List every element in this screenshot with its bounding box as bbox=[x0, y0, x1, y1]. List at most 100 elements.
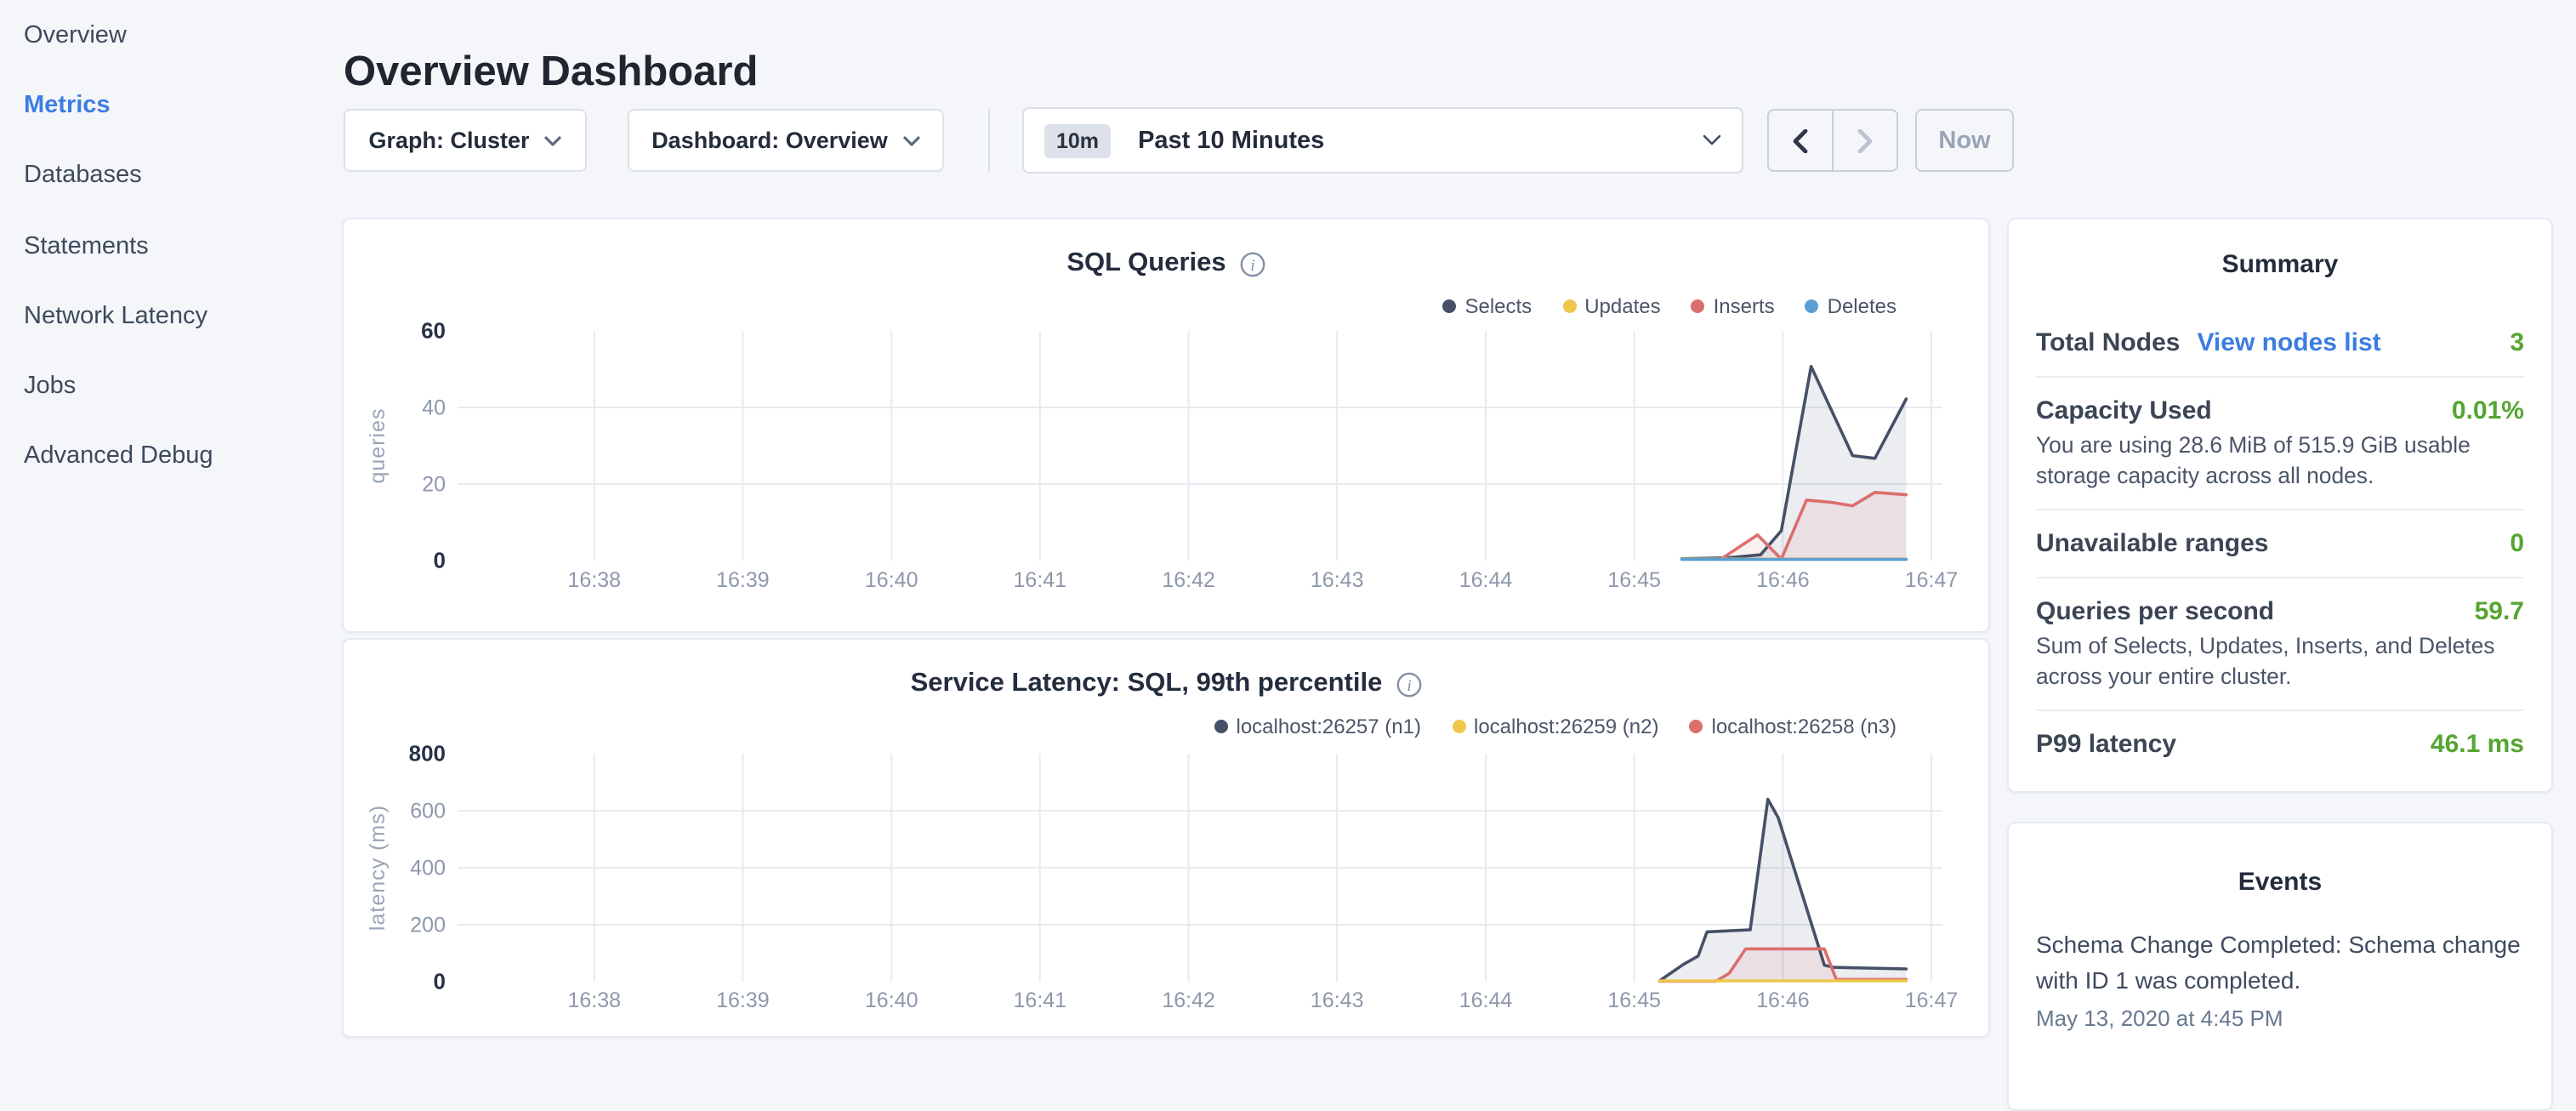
svg-text:16:42: 16:42 bbox=[1162, 989, 1215, 1012]
svg-text:200: 200 bbox=[410, 914, 446, 937]
sidebar-item-network-latency[interactable]: Network Latency bbox=[24, 281, 340, 351]
svg-text:16:40: 16:40 bbox=[865, 989, 918, 1012]
info-icon[interactable]: i bbox=[1396, 671, 1421, 697]
sql-queries-chart-card: SQL Queries i Selects Updates Inserts Delet… bbox=[342, 218, 1990, 633]
summary-row-label: P99 latency bbox=[2036, 730, 2176, 759]
chart-legend: localhost:26257 (n1)localhost:26259 (n2)… bbox=[1214, 715, 1897, 738]
event-timestamp: May 13, 2020 at 4:45 PM bbox=[2036, 1006, 2524, 1031]
svg-text:0: 0 bbox=[434, 548, 446, 573]
summary-row-description: Sum of Selects, Updates, Inserts, and De… bbox=[2036, 631, 2524, 691]
view-nodes-link[interactable]: View nodes list bbox=[2197, 328, 2380, 357]
legend-item: localhost:26259 (n2) bbox=[1452, 715, 1659, 738]
db-console-page: OverviewMetricsDatabasesStatementsNetwor… bbox=[0, 0, 2576, 1051]
legend-item: Updates bbox=[1562, 294, 1660, 318]
summary-row-label: Queries per second bbox=[2036, 597, 2274, 626]
sidebar-item-metrics[interactable]: Metrics bbox=[24, 71, 340, 141]
summary-row-label: Unavailable ranges bbox=[2036, 529, 2268, 558]
chevron-right-icon bbox=[1857, 128, 1873, 152]
summary-row-description: You are using 28.6 MiB of 515.9 GiB usab… bbox=[2036, 430, 2524, 490]
chevron-down-icon bbox=[545, 135, 562, 145]
summary-row-value: 46.1 ms bbox=[2431, 730, 2524, 759]
legend-dot-icon bbox=[1442, 299, 1456, 313]
svg-text:20: 20 bbox=[422, 473, 446, 497]
events-title: Events bbox=[2036, 868, 2524, 897]
dashboard-label: Dashboard: Overview bbox=[651, 128, 888, 153]
summary-card: Summary Total NodesView nodes list3Capac… bbox=[2007, 218, 2553, 793]
summary-rows: Total NodesView nodes list3Capacity Used… bbox=[2036, 310, 2524, 778]
sidebar-item-overview[interactable]: Overview bbox=[24, 0, 340, 71]
events-list: Schema Change Completed: Schema change w… bbox=[2036, 927, 2524, 1031]
time-range-badge: 10m bbox=[1044, 123, 1111, 157]
svg-text:16:42: 16:42 bbox=[1162, 568, 1215, 592]
legend-item: localhost:26258 (n3) bbox=[1690, 715, 1897, 738]
svg-text:16:47: 16:47 bbox=[1905, 568, 1959, 592]
svg-text:queries: queries bbox=[366, 408, 390, 484]
svg-text:16:45: 16:45 bbox=[1607, 568, 1661, 592]
graph-scope-dropdown[interactable]: Graph: Cluster bbox=[344, 109, 587, 172]
svg-text:16:39: 16:39 bbox=[716, 989, 770, 1012]
prev-time-button[interactable] bbox=[1769, 111, 1834, 170]
sidebar-item-statements[interactable]: Statements bbox=[24, 211, 340, 282]
legend-dot-icon bbox=[1452, 720, 1465, 733]
chevron-down-icon bbox=[903, 135, 920, 145]
svg-text:800: 800 bbox=[409, 741, 446, 766]
legend-item: Inserts bbox=[1692, 294, 1775, 318]
service-latency-chart-card: Service Latency: SQL, 99th percentile i … bbox=[342, 638, 1990, 1038]
event-text: Schema Change Completed: Schema change w… bbox=[2036, 927, 2524, 999]
sidebar-item-advanced-debug[interactable]: Advanced Debug bbox=[24, 422, 340, 493]
dashboard-dropdown[interactable]: Dashboard: Overview bbox=[628, 109, 944, 172]
time-range-select[interactable]: 10m Past 10 Minutes bbox=[1022, 107, 1743, 174]
svg-text:16:43: 16:43 bbox=[1311, 568, 1364, 592]
summary-row: P99 latency 46.1 ms bbox=[2036, 711, 2524, 778]
event-item[interactable]: Schema Change Completed: Schema change w… bbox=[2036, 927, 2524, 1031]
now-button[interactable]: Now bbox=[1915, 109, 2014, 172]
svg-text:16:44: 16:44 bbox=[1459, 989, 1513, 1012]
summary-row-value: 59.7 bbox=[2475, 597, 2524, 626]
svg-text:16:44: 16:44 bbox=[1459, 568, 1513, 592]
svg-text:16:46: 16:46 bbox=[1756, 989, 1810, 1012]
sidebar-item-databases[interactable]: Databases bbox=[24, 140, 340, 211]
svg-text:16:43: 16:43 bbox=[1311, 989, 1364, 1012]
chart-title: Service Latency: SQL, 99th percentile bbox=[911, 669, 1383, 699]
svg-text:16:39: 16:39 bbox=[716, 568, 770, 592]
summary-row: Queries per second 59.7 Sum of Selects, Up… bbox=[2036, 578, 2524, 711]
svg-text:600: 600 bbox=[410, 800, 446, 823]
svg-text:400: 400 bbox=[410, 857, 446, 880]
legend-dot-icon bbox=[1562, 299, 1576, 313]
info-icon[interactable]: i bbox=[1240, 251, 1265, 276]
svg-text:16:47: 16:47 bbox=[1905, 989, 1959, 1012]
svg-text:16:38: 16:38 bbox=[568, 568, 622, 592]
graph-scope-label: Graph: Cluster bbox=[368, 128, 529, 153]
summary-row: Capacity Used 0.01% You are using 28.6 MiB… bbox=[2036, 378, 2524, 510]
chart-title-row: Service Latency: SQL, 99th percentile i bbox=[344, 669, 1988, 699]
events-card: Events Schema Change Completed: Schema c… bbox=[2007, 822, 2553, 1111]
summary-row-label: Capacity Used bbox=[2036, 396, 2212, 425]
legend-dot-icon bbox=[1690, 720, 1703, 733]
chevron-left-icon bbox=[1793, 128, 1808, 152]
svg-text:16:45: 16:45 bbox=[1607, 989, 1661, 1012]
summary-row: Unavailable ranges0 bbox=[2036, 510, 2524, 578]
svg-text:16:40: 16:40 bbox=[865, 568, 918, 592]
sidebar-item-jobs[interactable]: Jobs bbox=[24, 351, 340, 422]
legend-item: Deletes bbox=[1805, 294, 1896, 318]
summary-row-label: Total Nodes bbox=[2036, 328, 2180, 357]
controls-divider bbox=[988, 109, 990, 172]
svg-text:16:41: 16:41 bbox=[1014, 989, 1067, 1012]
page-title: Overview Dashboard bbox=[344, 50, 758, 98]
summary-row: Total NodesView nodes list3 bbox=[2036, 310, 2524, 378]
svg-text:16:46: 16:46 bbox=[1756, 568, 1810, 592]
summary-title: Summary bbox=[2036, 250, 2524, 279]
chart-title-row: SQL Queries i bbox=[344, 248, 1988, 279]
legend-item: Selects bbox=[1442, 294, 1532, 318]
chart-plot: 16:3816:3916:4016:4116:4216:4316:4416:45… bbox=[344, 640, 1990, 1038]
sidebar-nav: OverviewMetricsDatabasesStatementsNetwor… bbox=[0, 0, 340, 1051]
svg-text:60: 60 bbox=[421, 318, 446, 344]
sidebar-list: OverviewMetricsDatabasesStatementsNetwor… bbox=[0, 0, 340, 492]
legend-dot-icon bbox=[1805, 299, 1819, 313]
next-time-button[interactable] bbox=[1834, 111, 1896, 170]
svg-text:i: i bbox=[1407, 676, 1411, 694]
summary-row-value: 0.01% bbox=[2452, 396, 2524, 425]
legend-dot-icon bbox=[1214, 720, 1228, 733]
time-step-buttons bbox=[1767, 109, 1898, 172]
svg-text:latency (ms): latency (ms) bbox=[366, 805, 390, 931]
